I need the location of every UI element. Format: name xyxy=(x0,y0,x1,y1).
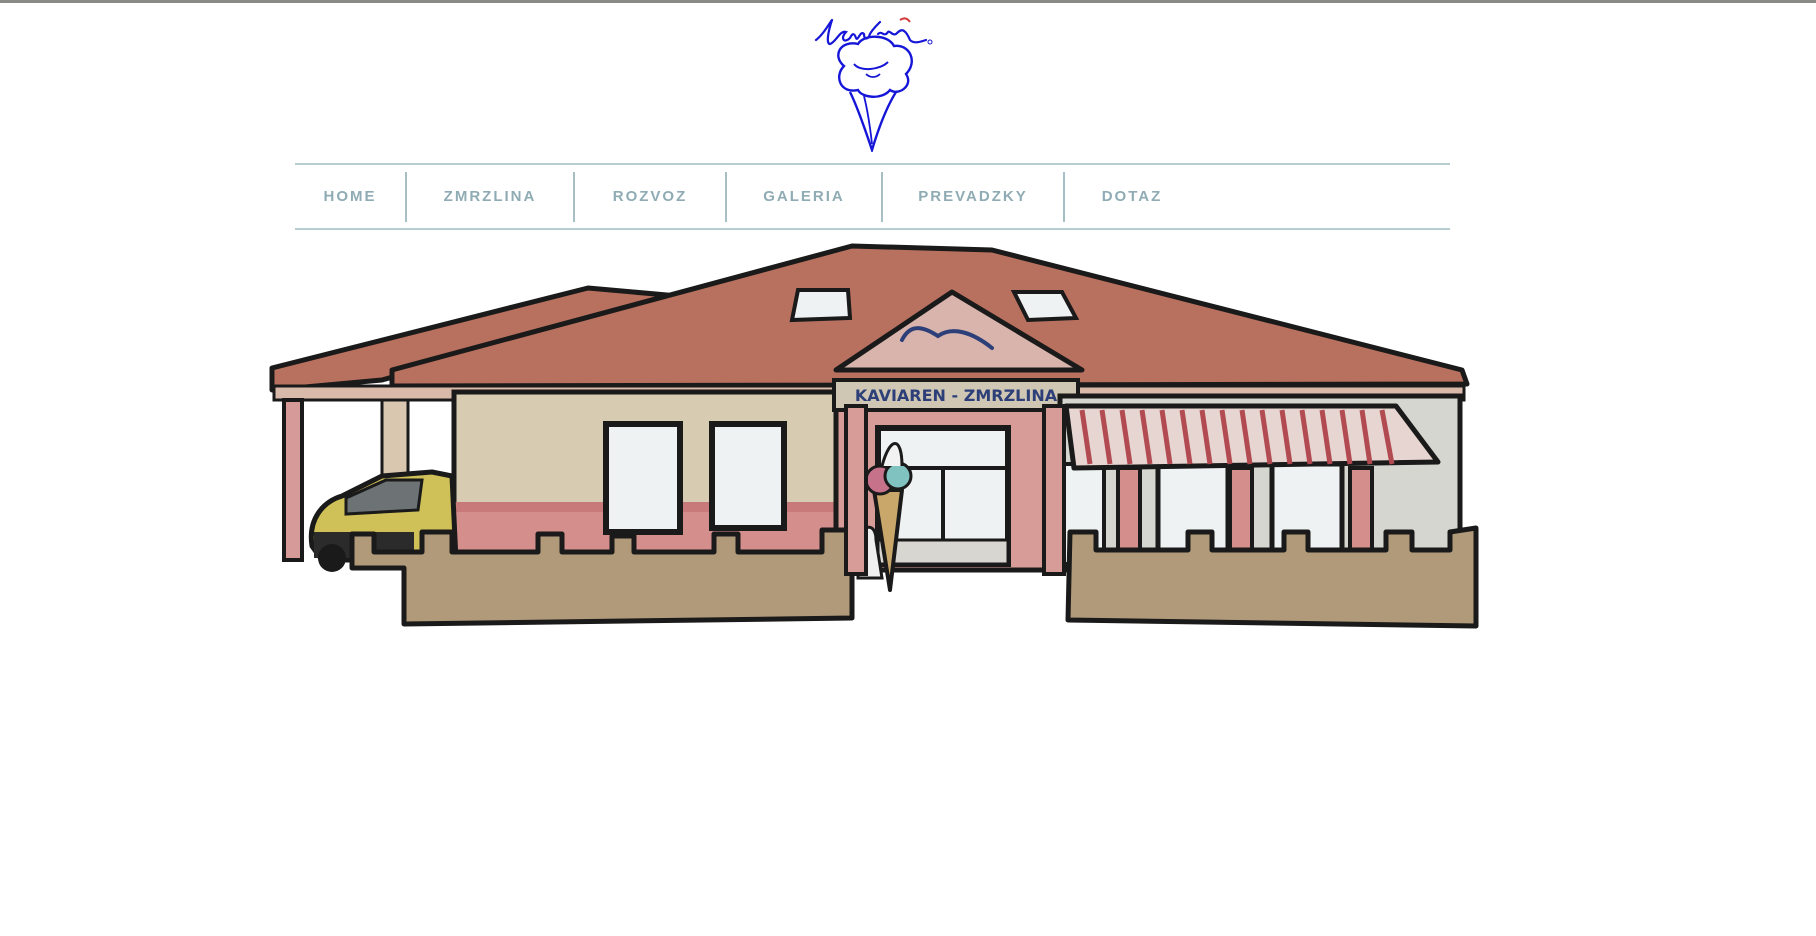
ice-cream-cone-logo-icon xyxy=(814,17,933,152)
nav-home[interactable]: HOME xyxy=(295,165,405,228)
nav-dotaz[interactable]: DOTAZ xyxy=(1065,165,1199,228)
top-border xyxy=(0,0,1816,3)
nav-prevadzky[interactable]: PREVADZKY xyxy=(883,165,1063,228)
nav-rozvoz[interactable]: ROZVOZ xyxy=(575,165,725,228)
nav-galeria[interactable]: GALERIA xyxy=(727,165,881,228)
brand-logo[interactable] xyxy=(810,12,938,152)
cafe-building-image: KAVIAREN - ZMRZLINA xyxy=(269,243,1479,629)
main-nav: HOME ZMRZLINA ROZVOZ GALERIA PREVADZKY D… xyxy=(295,163,1450,230)
hero-building-illustration: KAVIAREN - ZMRZLINA xyxy=(262,240,1482,640)
nav-zmrzlina[interactable]: ZMRZLINA xyxy=(407,165,573,228)
sign-text: KAVIAREN - ZMRZLINA xyxy=(855,386,1058,405)
